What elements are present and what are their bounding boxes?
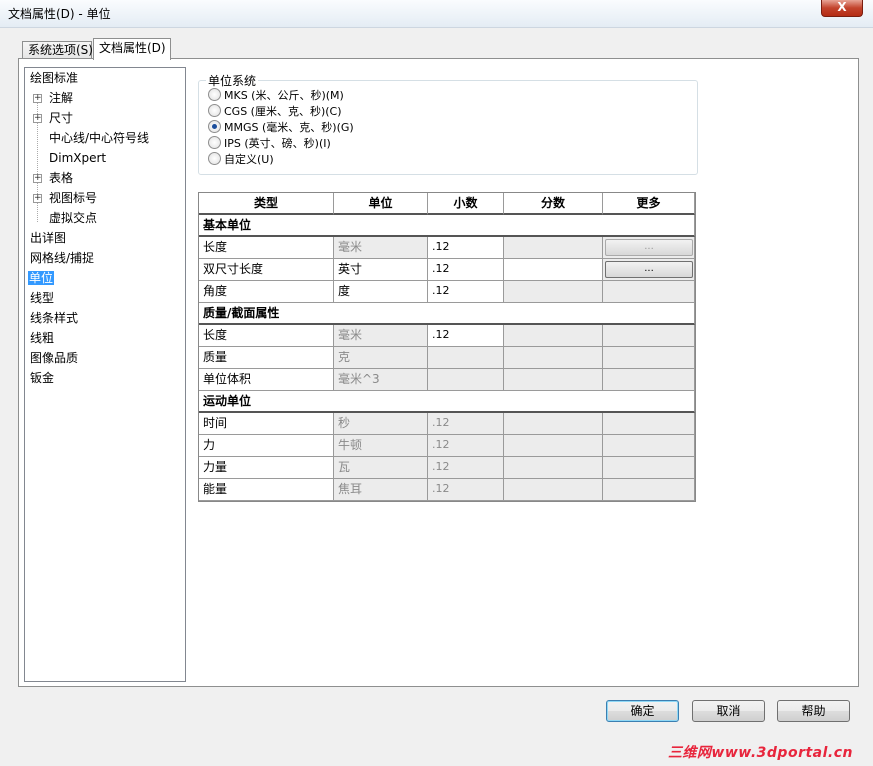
more-cell	[603, 281, 695, 303]
tree-item-dimxpert[interactable]: DimXpert	[49, 150, 106, 166]
decimal-cell[interactable]: .12	[428, 457, 504, 479]
unit-cell[interactable]: 秒	[334, 413, 428, 435]
column-header-decimals: 小数	[428, 193, 504, 215]
expand-icon[interactable]: +	[33, 174, 42, 183]
column-header-type: 类型	[199, 193, 334, 215]
tree-item-centerlines[interactable]: 中心线/中心符号线	[49, 130, 149, 146]
radio-icon[interactable]	[208, 88, 221, 101]
tree-item-dimensions[interactable]: 尺寸	[49, 110, 73, 126]
cancel-button[interactable]: 取消	[692, 700, 765, 722]
more-cell	[603, 413, 695, 435]
fraction-cell[interactable]	[504, 237, 603, 259]
fraction-cell	[504, 413, 603, 435]
decimal-cell[interactable]: .12	[428, 281, 504, 303]
section-header: 基本单位	[199, 215, 695, 237]
fraction-cell	[504, 325, 603, 347]
row-type-label: 单位体积	[199, 369, 334, 391]
tree-item-detailing[interactable]: 出详图	[30, 230, 66, 246]
radio-icon[interactable]	[208, 104, 221, 117]
tree-item-virtual-sharps[interactable]: 虚拟交点	[49, 210, 97, 226]
row-type-label: 角度	[199, 281, 334, 303]
tree-item-line-style[interactable]: 线条样式	[30, 310, 78, 326]
tree-item-tables[interactable]: 表格	[49, 170, 73, 186]
expand-icon[interactable]: +	[33, 94, 42, 103]
fraction-cell[interactable]	[504, 259, 603, 281]
unit-system-title: 单位系统	[206, 72, 259, 89]
decimal-cell[interactable]: .12	[428, 237, 504, 259]
more-length-button[interactable]: ...	[605, 239, 693, 256]
fraction-cell	[504, 479, 603, 501]
decimal-cell	[428, 347, 504, 369]
row-type-label: 长度	[199, 325, 334, 347]
section-header: 质量/截面属性	[199, 303, 695, 325]
decimal-cell[interactable]: .12	[428, 325, 504, 347]
tree-item-image-quality[interactable]: 图像品质	[30, 350, 78, 366]
more-cell	[603, 325, 695, 347]
radio-custom[interactable]: 自定义(U)	[208, 152, 274, 168]
more-cell	[603, 435, 695, 457]
options-tree[interactable]: 绘图标准 + 注解 + 尺寸 中心线/中心符号线 DimXpert + 表格 +…	[24, 67, 186, 682]
row-type-label: 长度	[199, 237, 334, 259]
expand-icon[interactable]: +	[33, 114, 42, 123]
tree-item-line-thickness[interactable]: 线粗	[30, 330, 54, 346]
unit-cell[interactable]: 毫米	[334, 325, 428, 347]
more-cell	[603, 369, 695, 391]
unit-cell[interactable]: 毫米	[334, 237, 428, 259]
tree-item-annotations[interactable]: 注解	[49, 90, 73, 106]
more-cell	[603, 457, 695, 479]
row-type-label: 双尺寸长度	[199, 259, 334, 281]
watermark: 三维网www.3dportal.cn	[667, 745, 853, 761]
tree-item-view-labels[interactable]: 视图标号	[49, 190, 97, 206]
radio-cgs[interactable]: CGS (厘米、克、秒)(C)	[208, 104, 342, 120]
ok-button[interactable]: 确定	[606, 700, 679, 722]
decimal-cell[interactable]: .12	[428, 479, 504, 501]
tree-item-line-font[interactable]: 线型	[30, 290, 54, 306]
units-table: 类型 单位 小数 分数 更多 基本单位 长度 毫米 .12 双尺寸长度 英寸 .…	[198, 192, 696, 502]
column-header-more: 更多	[603, 193, 695, 215]
column-header-unit: 单位	[334, 193, 428, 215]
unit-cell[interactable]: 毫米^3	[334, 369, 428, 391]
decimal-cell	[428, 369, 504, 391]
tree-item-sheet-metal[interactable]: 钣金	[30, 370, 54, 386]
radio-icon[interactable]	[208, 136, 221, 149]
radio-checked-icon[interactable]	[208, 120, 221, 133]
fraction-cell	[504, 369, 603, 391]
radio-ips[interactable]: IPS (英寸、磅、秒)(I)	[208, 136, 331, 152]
tab-document-properties[interactable]: 文档属性(D)	[93, 38, 171, 60]
unit-cell[interactable]: 牛顿	[334, 435, 428, 457]
tree-item-units[interactable]: 单位	[28, 270, 55, 286]
help-button[interactable]: 帮助	[777, 700, 850, 722]
unit-cell[interactable]: 克	[334, 347, 428, 369]
more-dual-length-button[interactable]: ...	[605, 261, 693, 278]
column-header-fractions: 分数	[504, 193, 603, 215]
unit-cell[interactable]: 瓦	[334, 457, 428, 479]
decimal-cell[interactable]: .12	[428, 413, 504, 435]
fraction-cell	[504, 281, 603, 303]
fraction-cell	[504, 435, 603, 457]
fraction-cell	[504, 457, 603, 479]
row-type-label: 质量	[199, 347, 334, 369]
radio-icon[interactable]	[208, 152, 221, 165]
decimal-cell[interactable]: .12	[428, 259, 504, 281]
unit-cell[interactable]: 英寸	[334, 259, 428, 281]
fraction-cell	[504, 347, 603, 369]
row-type-label: 时间	[199, 413, 334, 435]
unit-cell[interactable]: 度	[334, 281, 428, 303]
row-type-label: 能量	[199, 479, 334, 501]
tree-item-drafting-standard[interactable]: 绘图标准	[30, 70, 78, 86]
title-bar: 文档属性(D) - 单位 X	[0, 0, 873, 28]
unit-cell[interactable]: 焦耳	[334, 479, 428, 501]
more-cell	[603, 347, 695, 369]
tree-item-grid-snap[interactable]: 网格线/捕捉	[30, 250, 94, 266]
window-title: 文档属性(D) - 单位	[8, 7, 111, 21]
radio-mks[interactable]: MKS (米、公斤、秒)(M)	[208, 88, 344, 104]
close-button[interactable]: X	[821, 0, 863, 17]
radio-mmgs[interactable]: MMGS (毫米、克、秒)(G)	[208, 120, 354, 136]
section-header: 运动单位	[199, 391, 695, 413]
row-type-label: 力	[199, 435, 334, 457]
row-type-label: 力量	[199, 457, 334, 479]
more-cell	[603, 479, 695, 501]
decimal-cell[interactable]: .12	[428, 435, 504, 457]
expand-icon[interactable]: +	[33, 194, 42, 203]
